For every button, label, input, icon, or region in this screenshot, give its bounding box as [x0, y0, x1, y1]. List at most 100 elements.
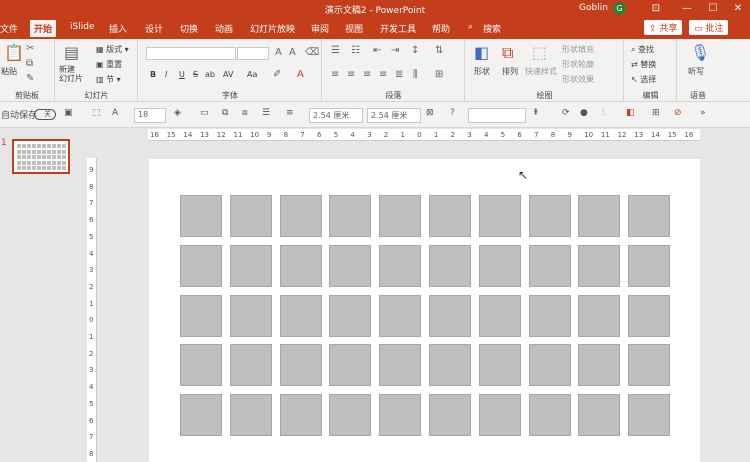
- layout-button[interactable]: ▦ 版式 ▾: [96, 44, 129, 55]
- grid-square[interactable]: [528, 294, 571, 337]
- quick-styles-icon[interactable]: ⬚: [532, 43, 547, 62]
- tab-review[interactable]: 审阅: [311, 22, 329, 35]
- increase-font-icon[interactable]: A: [275, 47, 282, 58]
- strike-button[interactable]: S: [193, 70, 198, 79]
- copy-icon[interactable]: ⧉: [26, 58, 33, 69]
- align-center-icon[interactable]: ≡: [347, 69, 355, 80]
- grid-square[interactable]: [180, 394, 222, 437]
- select-button[interactable]: ↖ 选择: [631, 74, 656, 85]
- quick-styles-button[interactable]: 快速样式: [525, 66, 557, 77]
- section-button[interactable]: ▥ 节 ▾: [96, 74, 121, 85]
- grid-square[interactable]: [180, 195, 222, 237]
- underline-button[interactable]: U: [179, 70, 185, 79]
- maximize-icon[interactable]: ☐: [702, 0, 724, 17]
- group-icon[interactable]: ⧉: [222, 108, 228, 118]
- minimize-icon[interactable]: —: [676, 0, 698, 17]
- grid-square[interactable]: [279, 294, 322, 337]
- grid-square[interactable]: [478, 195, 521, 237]
- grid-icon[interactable]: ⊞: [652, 108, 660, 118]
- shapes-icon[interactable]: ◧: [474, 43, 489, 62]
- shape-width-input[interactable]: 2.54 厘米: [309, 108, 363, 123]
- grid-square[interactable]: [329, 244, 372, 287]
- grid-square[interactable]: [478, 394, 521, 437]
- italic-button[interactable]: I: [165, 70, 167, 79]
- align-icon[interactable]: ☰: [262, 108, 270, 118]
- grid-square[interactable]: [478, 244, 521, 287]
- grid-square[interactable]: [279, 195, 322, 237]
- horizontal-ruler[interactable]: 16 15 14 13 12 11 10 9 8 7 6 5 4 3 2 1 0 1 2 3 4 5 6 7 8 9 10 11 12 1…: [148, 129, 700, 141]
- textbox-icon[interactable]: ⬚: [92, 108, 101, 118]
- grid-square[interactable]: [628, 244, 671, 287]
- shapes-button[interactable]: 形状: [474, 66, 490, 77]
- grid-square[interactable]: [478, 344, 521, 387]
- grid-square[interactable]: [379, 195, 422, 237]
- grid-square[interactable]: [379, 344, 422, 387]
- tab-help[interactable]: 帮助: [432, 22, 450, 35]
- grid-square[interactable]: [628, 344, 671, 387]
- reset-button[interactable]: ▣ 重置: [96, 59, 122, 70]
- grid-square[interactable]: [329, 195, 372, 237]
- save-icon[interactable]: ▣: [64, 108, 73, 118]
- char-spacing-button[interactable]: AV: [223, 70, 233, 79]
- grid-square[interactable]: [478, 294, 521, 337]
- shape-effects-button[interactable]: 形状效果: [562, 74, 594, 85]
- text-direction-icon[interactable]: ⇅: [435, 45, 443, 56]
- justify-icon[interactable]: ≡: [379, 69, 387, 80]
- grid-square[interactable]: [528, 195, 571, 237]
- font-color-icon[interactable]: A: [297, 69, 304, 80]
- grid-square[interactable]: [279, 394, 322, 437]
- change-case-button[interactable]: Aa: [247, 70, 257, 79]
- autosave-toggle[interactable]: 关: [34, 109, 56, 120]
- cut-icon[interactable]: ✂: [26, 43, 34, 54]
- fill-icon[interactable]: ◈: [174, 108, 181, 118]
- tab-view[interactable]: 视图: [345, 22, 363, 35]
- grid-square[interactable]: [180, 244, 222, 287]
- columns-icon[interactable]: ⫼: [413, 69, 418, 80]
- grid-square[interactable]: [578, 195, 621, 237]
- tab-animations[interactable]: 动画: [215, 22, 233, 35]
- tab-file[interactable]: 文件: [0, 22, 18, 35]
- font-size-input[interactable]: [237, 47, 269, 60]
- style-dropdown[interactable]: [468, 108, 526, 123]
- user-name[interactable]: Goblin: [579, 3, 608, 13]
- grid-square[interactable]: [229, 195, 272, 237]
- grid-square[interactable]: [229, 394, 272, 437]
- grid-square[interactable]: [628, 394, 671, 437]
- tab-design[interactable]: 设计: [145, 22, 163, 35]
- grid-square[interactable]: [329, 294, 372, 337]
- shape-height-input[interactable]: 2.54 厘米: [367, 108, 421, 123]
- increase-indent-icon[interactable]: ⇥: [391, 45, 399, 56]
- grid-square[interactable]: [429, 394, 471, 437]
- comments-button[interactable]: ▭ 批注: [689, 20, 729, 35]
- more-icon[interactable]: »: [700, 108, 706, 118]
- highlight-icon[interactable]: ✐: [273, 69, 281, 80]
- dictate-button[interactable]: 听写: [688, 66, 704, 77]
- avatar[interactable]: G: [613, 2, 626, 15]
- grid-square[interactable]: [578, 294, 621, 337]
- grid-square[interactable]: [379, 394, 422, 437]
- tab-home[interactable]: 开始: [30, 20, 57, 39]
- grid-square[interactable]: [429, 344, 471, 387]
- distribute-icon[interactable]: ≣: [395, 69, 403, 80]
- grid-square[interactable]: [528, 394, 571, 437]
- grid-square[interactable]: [628, 195, 671, 237]
- grid-square[interactable]: [578, 394, 621, 437]
- bold-button[interactable]: B: [150, 70, 156, 79]
- find-button[interactable]: ⌕ 查找: [631, 44, 654, 55]
- fill-color-icon[interactable]: ◧: [626, 108, 635, 118]
- paste-icon[interactable]: 📋: [4, 43, 24, 62]
- grid-square[interactable]: [429, 195, 471, 237]
- grid-square[interactable]: [229, 294, 272, 337]
- decrease-font-icon[interactable]: A: [289, 47, 296, 58]
- vertical-ruler[interactable]: 9 8 7 6 5 4 3 2 1 0 1 2 3 4 5 6 7 8: [87, 158, 97, 462]
- font-color-small-icon[interactable]: A: [112, 108, 118, 118]
- replace-button[interactable]: ⇄ 替换: [631, 59, 656, 70]
- tab-insert[interactable]: 插入: [109, 22, 127, 35]
- align-left-icon[interactable]: ≡: [331, 69, 339, 80]
- new-slide-icon[interactable]: ▤: [64, 43, 79, 62]
- line-weight-icon[interactable]: ≡: [286, 108, 294, 118]
- help-icon[interactable]: ?: [450, 108, 455, 118]
- arrange-button[interactable]: 排列: [502, 66, 518, 77]
- grid-square[interactable]: [180, 294, 222, 337]
- tab-slideshow[interactable]: 幻灯片放映: [250, 22, 295, 35]
